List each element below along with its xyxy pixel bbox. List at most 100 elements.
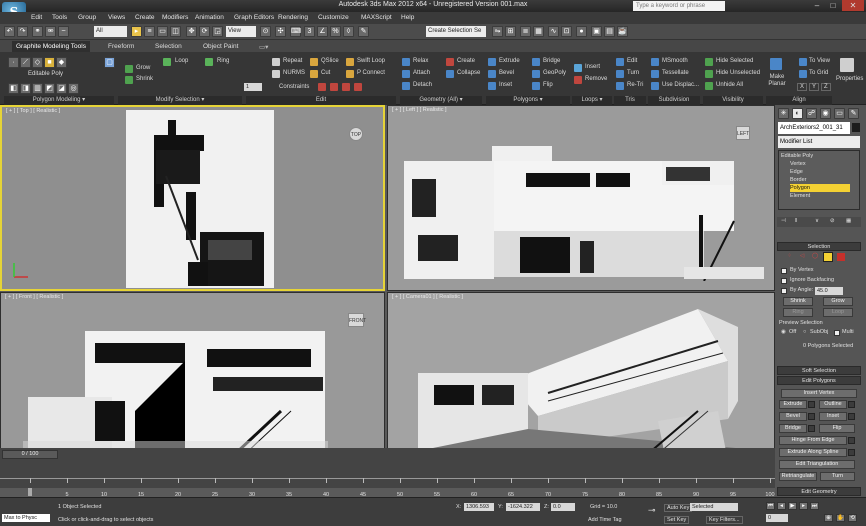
create-button[interactable]: Create [457, 58, 475, 64]
extrude-button-panel[interactable]: Extrude [779, 400, 807, 409]
bridge-button[interactable]: Bridge [543, 58, 560, 64]
pan-view-icon[interactable]: ✋ [836, 514, 845, 522]
toggle-end-result-icon[interactable]: ◩ [44, 83, 55, 94]
edit-named-selection-icon[interactable]: ✎ [358, 26, 369, 37]
multi-checkbox[interactable] [834, 330, 840, 336]
snaps-toggle-icon[interactable]: 3 [304, 26, 315, 37]
edit-geometry-rollout-header[interactable]: Edit Geometry [777, 487, 861, 496]
align-y-button[interactable]: Y [809, 83, 820, 91]
shrink-selection-button[interactable]: Shrink [783, 297, 813, 306]
align-icon[interactable]: ⊞ [505, 26, 516, 37]
curve-editor-icon[interactable]: ∿ [548, 26, 559, 37]
redo-icon[interactable]: ↷ [17, 26, 28, 37]
element-subobj-icon[interactable] [837, 253, 845, 261]
turn-button[interactable]: Turn [627, 70, 639, 76]
by-vertex-checkbox[interactable] [781, 268, 787, 274]
undo-icon[interactable]: ↶ [4, 26, 15, 37]
play-icon[interactable]: ▶ [788, 502, 797, 510]
retri-button[interactable]: Re-Tri [627, 82, 643, 88]
subdivision-panel-label[interactable]: Subdivision [648, 96, 700, 105]
maxscript-listener-field[interactable]: Max to Physc [2, 514, 50, 522]
align-panel-label[interactable]: Align [766, 96, 832, 105]
menu-maxscript[interactable]: MAXScript [361, 12, 392, 24]
bevel-button-panel[interactable]: Bevel [779, 412, 807, 421]
to-grid-button[interactable]: To Grid [809, 70, 828, 76]
object-color-swatch[interactable] [852, 123, 860, 132]
p-connect-button[interactable]: P Connect [357, 70, 385, 76]
element-mode-icon[interactable]: ◆ [56, 57, 67, 68]
time-slider[interactable]: 0 / 100 [2, 450, 58, 459]
motion-tab-icon[interactable]: ◉ [820, 108, 831, 119]
next-frame-icon[interactable]: ▸ [799, 502, 808, 510]
bevel-settings-icon[interactable] [808, 413, 815, 420]
bridge-settings-icon[interactable] [808, 425, 815, 432]
select-object-icon[interactable]: ▸ [131, 26, 142, 37]
edit-tris-button[interactable]: Edit [627, 58, 637, 64]
msmooth-button[interactable]: MSmooth [662, 58, 688, 64]
turn-button-panel[interactable]: Turn [820, 472, 855, 481]
window-crossing-icon[interactable]: ◫ [170, 26, 181, 37]
viewcube-front[interactable]: FRONT [348, 313, 366, 327]
constraint-edge-icon[interactable] [330, 83, 338, 91]
viewport-top[interactable]: [ + ] [ Top ] [ Realistic ] TOP [0, 105, 385, 291]
rendered-frame-icon[interactable]: ▤ [604, 26, 615, 37]
search-input[interactable]: Type a keyword or phrase [633, 1, 725, 11]
menu-help[interactable]: Help [401, 12, 414, 24]
constraint-none-icon[interactable] [318, 83, 326, 91]
viewcube-top[interactable]: TOP [349, 127, 363, 141]
display-tab-icon[interactable]: ▭ [834, 108, 845, 119]
time-cursor[interactable] [28, 488, 32, 496]
soft-selection-rollout-header[interactable]: Soft Selection [777, 366, 861, 375]
to-view-button[interactable]: To View [809, 58, 830, 64]
remove-loop-button[interactable]: Remove [585, 76, 607, 82]
geometry-panel-label[interactable]: Geometry (All) ▾ [400, 96, 482, 105]
viewport-top-label[interactable]: [ + ] [ Top ] [ Realistic ] [6, 108, 60, 114]
maximize-icon[interactable]: □ [826, 0, 840, 11]
keyboard-shortcut-icon[interactable]: ⌨ [290, 26, 301, 37]
use-displacement-button[interactable]: Use Displac... [662, 82, 699, 88]
menu-create[interactable]: Create [135, 12, 155, 24]
material-editor-icon[interactable]: ● [576, 26, 587, 37]
render-setup-icon[interactable]: ▣ [591, 26, 602, 37]
make-planar-button[interactable]: Make Planar [767, 74, 787, 88]
flip-button-panel[interactable]: Flip [819, 424, 855, 433]
extrude-along-spline-button[interactable]: Extrude Along Spline [779, 448, 847, 457]
modify-tab-icon[interactable]: ◐ [792, 108, 803, 119]
grow-selection-button[interactable]: Grow [823, 297, 853, 306]
layer-manager-icon[interactable]: ≣ [520, 26, 531, 37]
menu-group[interactable]: Group [78, 12, 96, 24]
collapse-stack-icon[interactable]: ▥ [32, 83, 43, 94]
mirror-icon[interactable]: ⇋ [492, 26, 503, 37]
select-scale-icon[interactable]: ◲ [212, 26, 223, 37]
flip-button[interactable]: Flip [543, 82, 553, 88]
tab-graphite-modeling-tools[interactable]: Graphite Modeling Tools [12, 41, 90, 52]
edit-polygons-rollout-header[interactable]: Edit Polygons [777, 376, 861, 385]
loop-selection-button[interactable]: Loop [823, 308, 853, 317]
ring-selection-button[interactable]: Ring [783, 308, 813, 317]
menu-tools[interactable]: Tools [52, 12, 67, 24]
bind-space-warp-icon[interactable]: ~ [58, 26, 69, 37]
hierarchy-tab-icon[interactable]: ☍ [806, 108, 817, 119]
utilities-tab-icon[interactable]: ✎ [848, 108, 859, 119]
object-name-field[interactable]: ArchExteriors2_001_31 [778, 122, 850, 134]
remove-modifier-icon[interactable]: ⊘ [830, 218, 835, 224]
border-subobj-icon[interactable]: ◯ [812, 253, 818, 259]
orbit-icon[interactable]: ⟲ [848, 514, 857, 522]
modifier-list-dropdown[interactable]: Modifier List [778, 136, 860, 148]
graphite-toggle-icon[interactable]: ▦ [533, 26, 544, 37]
shrink-button[interactable]: Shrink [136, 76, 153, 82]
stack-item-vertex[interactable]: Vertex [790, 160, 850, 168]
relax-button[interactable]: Relax [413, 58, 428, 64]
polygons-panel-label[interactable]: Polygons ▾ [486, 96, 570, 105]
outline-button[interactable]: Outline [819, 400, 847, 409]
configure-sets-icon[interactable]: ▦ [846, 218, 851, 224]
repeat-count-field[interactable]: 1 [244, 83, 262, 91]
auto-key-dropdown[interactable]: Selected [690, 503, 738, 511]
spinner-snap-icon[interactable]: ◊ [343, 26, 354, 37]
cut-button[interactable]: Cut [321, 70, 330, 76]
ribbon-options-icon[interactable]: ▭▾ [259, 43, 268, 52]
menu-rendering[interactable]: Rendering [278, 12, 308, 24]
tris-panel-label[interactable]: Tris [614, 96, 646, 105]
select-manipulate-icon[interactable]: ✣ [275, 26, 286, 37]
bevel-button[interactable]: Bevel [499, 70, 514, 76]
